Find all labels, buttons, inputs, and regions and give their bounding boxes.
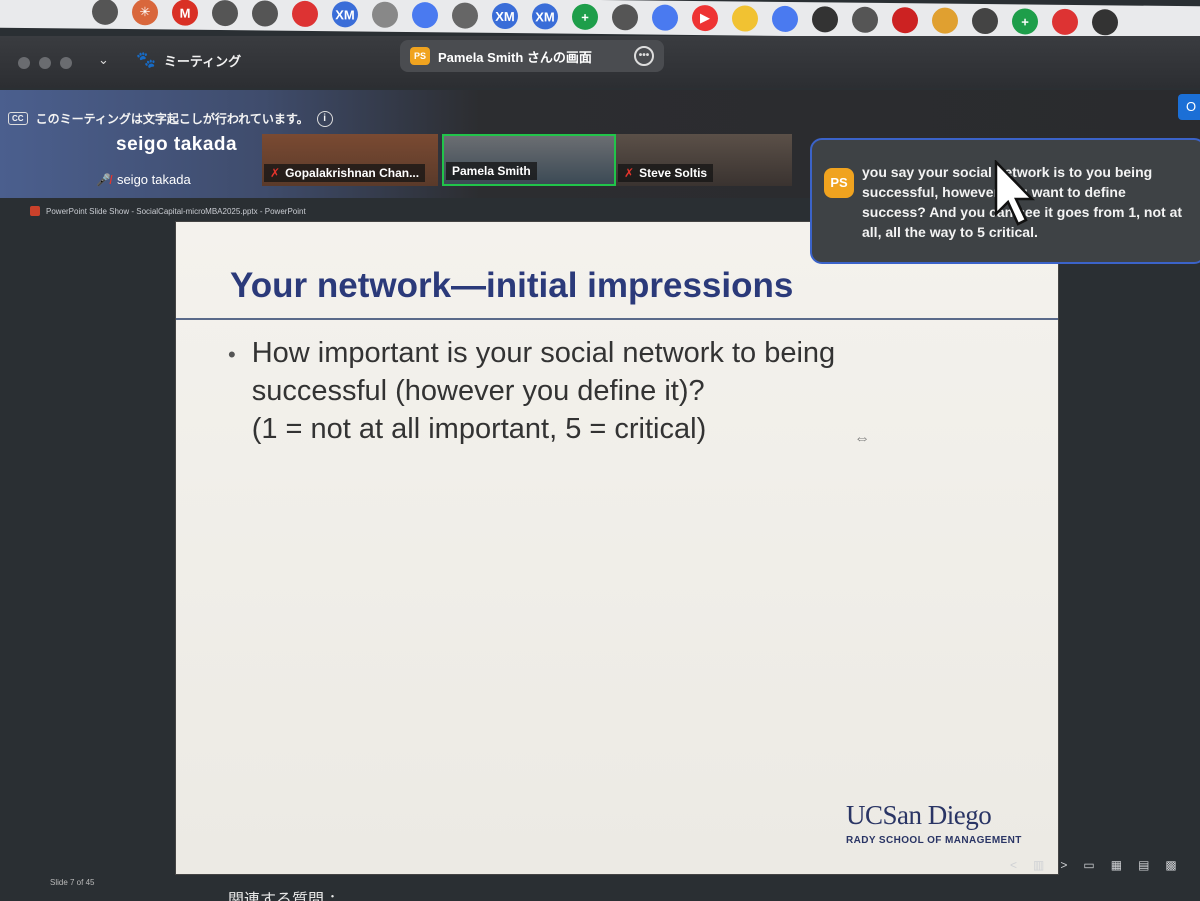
- powerpoint-window-title: PowerPoint Slide Show - SocialCapital-mi…: [46, 206, 306, 216]
- mouse-pointer-icon: [994, 160, 1035, 226]
- zoom-title-bar: ⌄ 🐾 ミーティング PS Pamela Smith さんの画面 •••: [0, 36, 1200, 126]
- openai-icon[interactable]: [452, 2, 478, 29]
- zoom-window-button[interactable]: [60, 57, 72, 69]
- docs-icon[interactable]: [412, 2, 438, 29]
- powerpoint-icon: [30, 206, 40, 216]
- participant-name: Gopalakrishnan Chan...: [285, 166, 420, 180]
- play-icon[interactable]: ▶: [692, 4, 718, 32]
- transcription-notice: CC このミーティングは文字起こしが行われています。 i: [8, 110, 333, 127]
- github-icon[interactable]: [1092, 9, 1118, 36]
- closed-caption-icon: CC: [8, 112, 28, 125]
- bullet-line: (1 = not at all important, 5 = critical): [251, 413, 707, 445]
- muted-mic-icon: ✗: [270, 166, 281, 180]
- gem-icon[interactable]: [892, 7, 918, 34]
- star-icon[interactable]: [732, 5, 758, 32]
- muted-mic-icon: ✗: [624, 166, 635, 180]
- powerpoint-title-bar: PowerPoint Slide Show - SocialCapital-mi…: [30, 202, 830, 220]
- bullet-marker: •: [228, 342, 236, 367]
- resize-cursor-icon: ⇔: [854, 430, 870, 447]
- slideshow-control-button[interactable]: ▩: [1165, 858, 1176, 872]
- top-right-button[interactable]: O: [1178, 94, 1200, 120]
- slideshow-control-button[interactable]: <: [1010, 858, 1017, 872]
- participant-name-tag: ✗ Steve Soltis: [618, 164, 714, 182]
- globe-icon[interactable]: [212, 0, 238, 27]
- logo-main-text: UCSan Diego: [846, 800, 992, 830]
- sharer-title: Pamela Smith さんの画面: [438, 49, 592, 65]
- bullet-text: How important is your social network to …: [252, 334, 835, 448]
- gif-icon[interactable]: [932, 7, 958, 34]
- bookmark-bar: ✳ M XM XM XM + ▶ +: [0, 0, 1200, 41]
- slideshow-controls: < ▥ > ▭ ▦ ▤ ▩: [1010, 858, 1177, 872]
- slideshow-control-button[interactable]: ▤: [1138, 858, 1149, 872]
- slideshow-control-button[interactable]: ▦: [1111, 858, 1122, 872]
- xm-icon[interactable]: XM: [332, 1, 358, 28]
- self-video-name-large: seigo takada: [116, 134, 238, 155]
- globe-icon[interactable]: [252, 0, 278, 27]
- participant-name: Pamela Smith: [452, 164, 531, 178]
- meeting-menu[interactable]: 🐾 ミーティング: [136, 50, 241, 70]
- globe-icon[interactable]: [92, 0, 118, 25]
- participant-name: Steve Soltis: [639, 166, 708, 180]
- paw-icon: 🐾: [136, 52, 156, 69]
- self-video-label: 🎤̸ seigo takada: [96, 172, 191, 187]
- window-controls[interactable]: [18, 57, 72, 69]
- related-questions-text: 関連する質問 ：: [228, 892, 345, 901]
- muted-mic-icon: 🎤̸: [96, 172, 111, 187]
- flower-icon[interactable]: [1052, 8, 1078, 36]
- red-circle-icon[interactable]: [292, 0, 318, 28]
- screen-share-indicator[interactable]: PS Pamela Smith さんの画面 •••: [400, 40, 664, 72]
- more-options-button[interactable]: •••: [634, 46, 654, 66]
- slide-divider: [176, 318, 1058, 320]
- close-window-button[interactable]: [18, 57, 30, 69]
- xm-icon[interactable]: XM: [532, 3, 558, 30]
- slideshow-control-button[interactable]: ▭: [1083, 858, 1094, 872]
- dice-icon[interactable]: [972, 7, 998, 35]
- chevron-down-icon[interactable]: ⌄: [98, 52, 109, 68]
- ucsd-logo: UCSan Diego RADY SCHOOL OF MANAGEMENT: [846, 800, 1022, 846]
- slide-title: Your network—initial impressions: [230, 266, 794, 305]
- flower-icon[interactable]: [772, 5, 798, 33]
- participant-tile-active[interactable]: Pamela Smith: [442, 134, 616, 186]
- presentation-slide: Your network—initial impressions • How i…: [176, 222, 1058, 874]
- slide-counter: Slide 7 of 45: [50, 878, 95, 887]
- gear-icon[interactable]: [372, 1, 398, 28]
- gmail-icon[interactable]: M: [172, 0, 198, 26]
- sheets-icon[interactable]: +: [572, 3, 598, 30]
- speaker-avatar: PS: [824, 168, 854, 198]
- self-name: seigo takada: [116, 172, 191, 187]
- xm-icon[interactable]: XM: [492, 2, 518, 30]
- transcription-text: このミーティングは文字起こしが行われています。: [35, 112, 309, 126]
- bullet-line: successful (however you define it)?: [251, 375, 705, 407]
- github-icon[interactable]: [812, 6, 838, 33]
- sharer-avatar: PS: [410, 47, 430, 65]
- participant-name-tag: ✗ Gopalakrishnan Chan...: [264, 164, 426, 182]
- claude-icon[interactable]: ✳: [132, 0, 158, 26]
- participant-tile[interactable]: ✗ Gopalakrishnan Chan...: [262, 134, 438, 186]
- logo-sub-text: RADY SCHOOL OF MANAGEMENT: [846, 835, 1022, 846]
- participant-name-tag: Pamela Smith: [446, 162, 537, 180]
- flower-icon[interactable]: [652, 4, 678, 31]
- sheets-icon[interactable]: +: [1012, 8, 1038, 35]
- participant-tile[interactable]: ✗ Steve Soltis: [616, 134, 792, 186]
- globe-icon[interactable]: [612, 4, 638, 31]
- slideshow-control-button[interactable]: ▥: [1033, 858, 1044, 872]
- globe-icon[interactable]: [852, 6, 878, 33]
- slideshow-control-button[interactable]: >: [1060, 858, 1067, 872]
- info-icon[interactable]: i: [316, 110, 333, 127]
- minimize-window-button[interactable]: [39, 57, 51, 69]
- meeting-label: ミーティング: [163, 53, 242, 69]
- bullet-line: How important is your social network to …: [251, 337, 836, 369]
